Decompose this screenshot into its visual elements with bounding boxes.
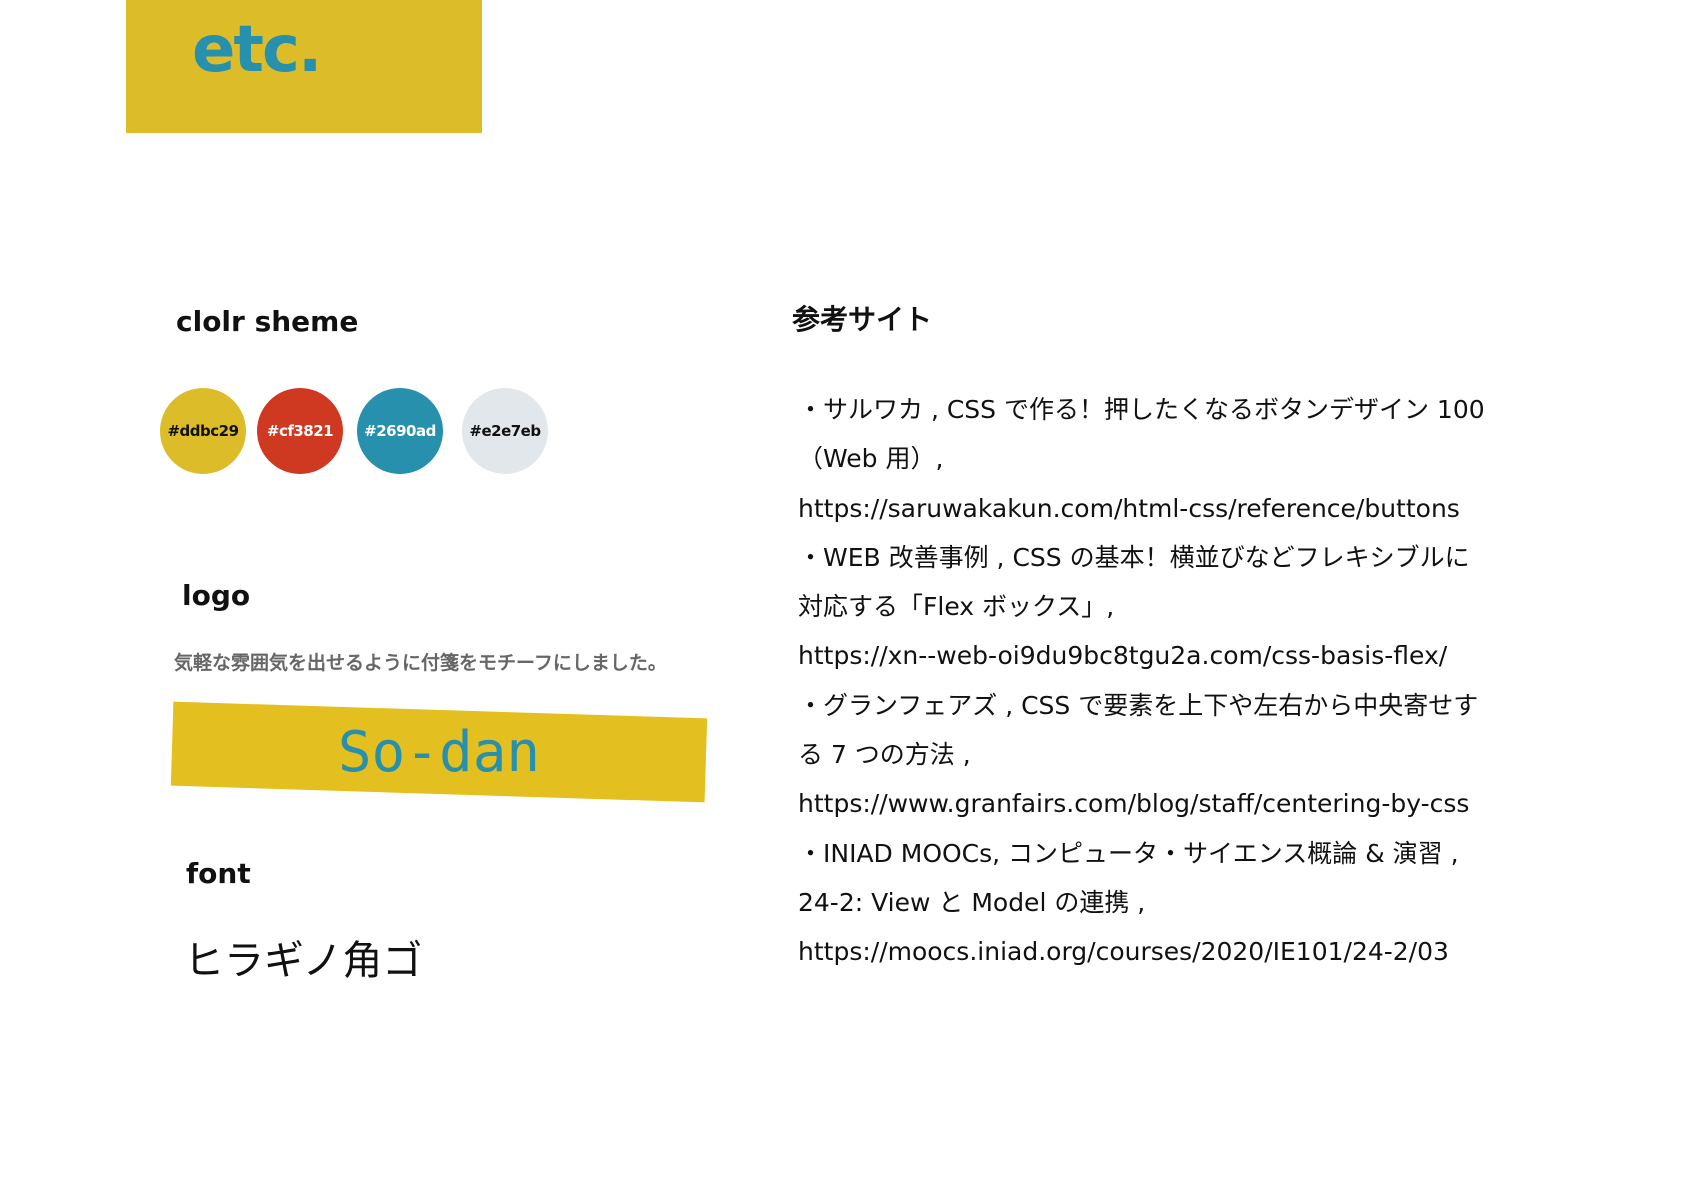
logo-sticky-note: So-dan [170,701,708,803]
reference-title: ・WEB 改善事例 , CSS の基本！横並びなどフレキシブルに [798,542,1470,572]
references-heading: 参考サイト [792,303,933,336]
reference-item: ・INIAD MOOCs, コンピュータ・サイエンス概論 & 演習 , 24-2… [798,829,1598,977]
reference-list: ・サルワカ , CSS で作る！押したくなるボタンデザイン 100 （Web 用… [798,385,1598,977]
reference-title: ・グランフェアズ , CSS で要素を上下や左右から中央寄せす [798,690,1479,720]
reference-title-continued: 対応する「Flex ボックス」, [798,592,1115,622]
reference-title: ・INIAD MOOCs, コンピュータ・サイエンス概論 & 演習 , [798,838,1459,868]
reference-item: ・サルワカ , CSS で作る！押したくなるボタンデザイン 100 （Web 用… [798,385,1598,533]
color-swatch-label: #e2e7eb [469,422,541,440]
color-scheme-heading: clolr sheme [176,305,359,338]
logo-heading: logo [182,579,251,612]
color-swatch-label: #2690ad [364,422,436,440]
reference-title-continued: る 7 つの方法 , [798,740,971,770]
title-banner: etc. [126,0,482,133]
color-swatch: #cf3821 [257,388,343,474]
reference-title-continued: 24-2: View と Model の連携 , [798,887,1146,917]
reference-url[interactable]: https://saruwakakun.com/html-css/referen… [798,484,1598,533]
color-swatch: #ddbc29 [160,388,246,474]
reference-url[interactable]: https://xn--web-oi9du9bc8tgu2a.com/css-b… [798,631,1598,680]
font-sample: ヒラギノ角ゴ [184,938,423,984]
color-swatch-row: #ddbc29 #cf3821 #2690ad #e2e7eb [160,388,560,476]
reference-title-continued: （Web 用）, [798,444,944,474]
color-swatch-label: #ddbc29 [167,422,239,440]
font-heading: font [186,857,251,890]
reference-url[interactable]: https://www.granfairs.com/blog/staff/cen… [798,779,1598,828]
logo-description: 気軽な雰囲気を出せるように付箋をモチーフにしました。 [174,652,667,674]
reference-url[interactable]: https://moocs.iniad.org/courses/2020/IE1… [798,927,1598,976]
reference-item: ・グランフェアズ , CSS で要素を上下や左右から中央寄せす る 7 つの方法… [798,681,1598,829]
color-swatch-label: #cf3821 [266,422,334,440]
logo-wordmark: So-dan [337,719,541,785]
color-swatch: #e2e7eb [462,388,548,474]
reference-item: ・WEB 改善事例 , CSS の基本！横並びなどフレキシブルに 対応する「Fl… [798,533,1598,681]
color-swatch: #2690ad [357,388,443,474]
page-title: etc. [192,13,322,87]
reference-title: ・サルワカ , CSS で作る！押したくなるボタンデザイン 100 [798,395,1485,424]
